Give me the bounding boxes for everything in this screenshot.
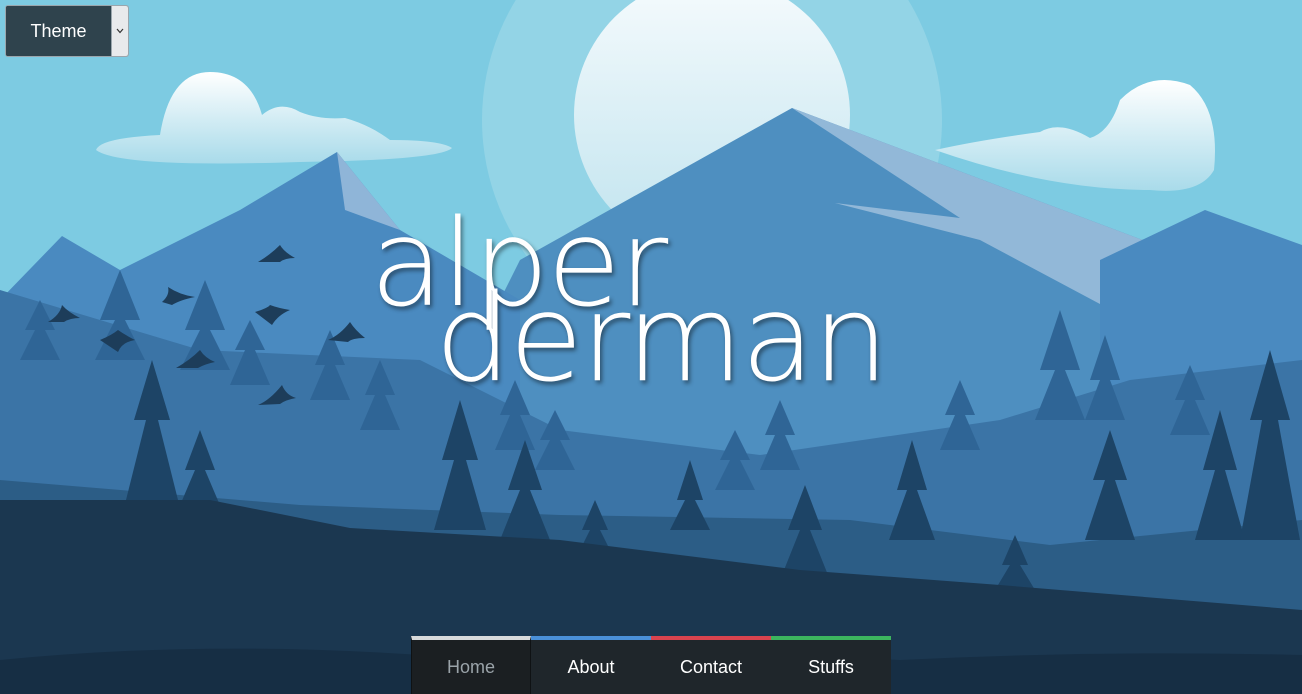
- main-nav: Home About Contact Stuffs: [411, 636, 891, 694]
- theme-select[interactable]: Theme: [5, 5, 129, 57]
- chevron-down-icon[interactable]: [111, 6, 128, 56]
- nav-about[interactable]: About: [531, 636, 651, 694]
- logo-line2: derman: [435, 270, 887, 405]
- nav-stuffs[interactable]: Stuffs: [771, 636, 891, 694]
- nav-contact[interactable]: Contact: [651, 636, 771, 694]
- nav-home[interactable]: Home: [411, 636, 531, 694]
- theme-select-label[interactable]: Theme: [6, 6, 111, 56]
- site-logo: alper derman: [370, 205, 889, 405]
